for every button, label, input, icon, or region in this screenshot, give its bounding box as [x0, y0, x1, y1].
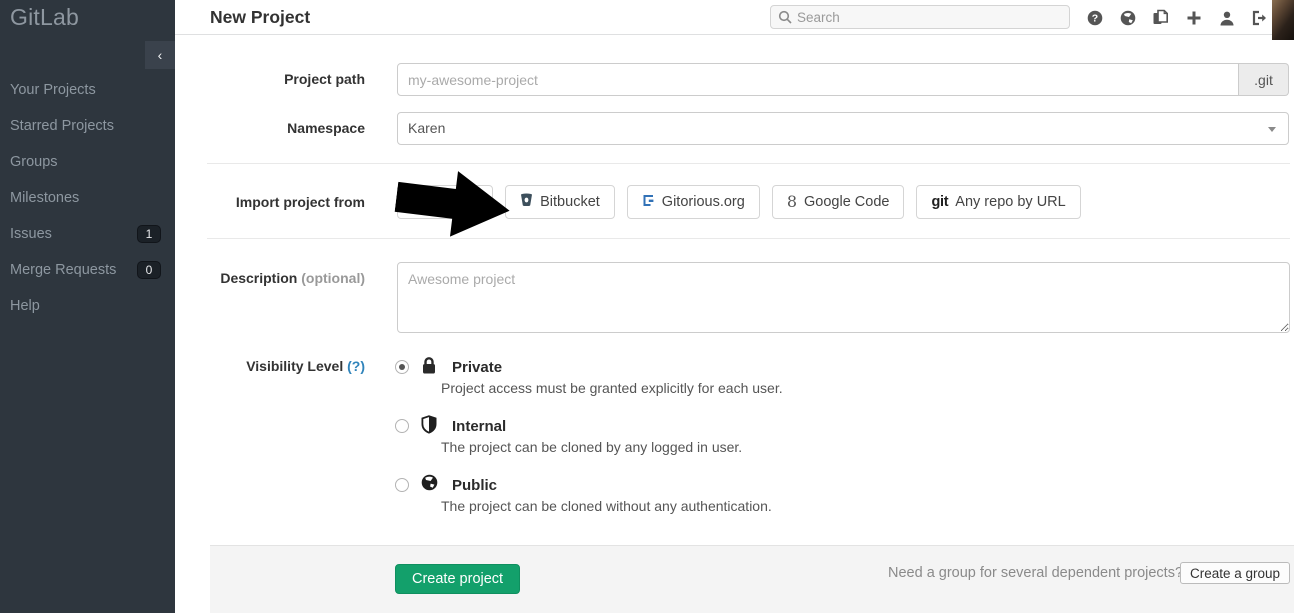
create-project-button[interactable]: Create project: [395, 564, 520, 594]
project-path-group: .git: [397, 63, 1289, 96]
sidebar-item-starred-projects[interactable]: Starred Projects: [0, 108, 175, 144]
import-button-label: Google Code: [804, 194, 889, 210]
gitorious-icon: [642, 194, 655, 211]
visibility-label-text: Visibility Level: [246, 358, 343, 374]
project-path-input[interactable]: [397, 63, 1239, 96]
divider: [207, 238, 1290, 239]
git-icon: git: [931, 194, 948, 210]
lock-icon: [421, 356, 437, 380]
help-icon[interactable]: ?: [1086, 9, 1103, 26]
visibility-internal-radio[interactable]: [395, 419, 409, 433]
sidebar-item-label: Merge Requests: [10, 262, 116, 278]
import-gitorious-button[interactable]: Gitorious.org: [627, 185, 760, 219]
description-optional-text: (optional): [301, 270, 365, 286]
git-suffix-addon: .git: [1239, 63, 1289, 96]
namespace-selected-value: Karen: [408, 120, 445, 136]
sidebar-item-groups[interactable]: Groups: [0, 144, 175, 180]
visibility-internal-name[interactable]: Internal: [452, 418, 506, 435]
chevron-left-icon: ‹: [158, 47, 163, 63]
issues-count-badge: 1: [137, 225, 161, 243]
radio-selected-dot: [399, 364, 405, 370]
visibility-public-description: The project can be cloned without any au…: [441, 498, 772, 514]
sidebar-item-milestones[interactable]: Milestones: [0, 180, 175, 216]
public-globe-icon: [421, 474, 438, 496]
description-textarea[interactable]: [397, 262, 1290, 333]
import-button-label: Gitorious.org: [662, 194, 745, 210]
sidebar-item-label: Issues: [10, 226, 52, 242]
create-group-button[interactable]: Create a group: [1180, 562, 1290, 584]
globe-icon[interactable]: [1119, 9, 1136, 26]
sidebar-item-help[interactable]: Help: [0, 288, 175, 324]
sidebar-nav: Your Projects Starred Projects Groups Mi…: [0, 72, 175, 324]
import-google-code-button[interactable]: 8 Google Code: [772, 185, 905, 219]
namespace-select[interactable]: Karen: [397, 112, 1289, 145]
new-project-icon[interactable]: [1185, 9, 1202, 26]
sidebar-item-label: Milestones: [10, 190, 79, 206]
svg-text:?: ?: [1091, 12, 1097, 24]
sidebar-item-label: Help: [10, 298, 40, 314]
profile-icon[interactable]: [1218, 9, 1235, 26]
visibility-help-link[interactable]: (?): [347, 358, 365, 374]
project-path-label: Project path: [185, 71, 365, 87]
avatar[interactable]: [1272, 0, 1294, 40]
snippets-icon[interactable]: [1152, 9, 1169, 26]
annotation-arrow-icon: [392, 160, 518, 248]
sidebar-item-issues[interactable]: Issues 1: [0, 216, 175, 252]
search-box: [770, 5, 1070, 29]
visibility-public-radio[interactable]: [395, 478, 409, 492]
new-project-page: GitLab ‹ Your Projects Starred Projects …: [0, 0, 1294, 613]
bitbucket-icon: [520, 193, 533, 211]
header-icons: ?: [1086, 9, 1268, 26]
sidebar-item-label: Groups: [10, 154, 58, 170]
merge-requests-count-badge: 0: [137, 261, 161, 279]
google-code-icon: 8: [787, 194, 797, 210]
gitlab-logo[interactable]: GitLab: [10, 4, 79, 31]
import-button-label: Bitbucket: [540, 194, 600, 210]
visibility-label: Visibility Level (?): [185, 358, 365, 374]
visibility-internal-description: The project can be cloned by any logged …: [441, 439, 742, 455]
import-button-label: Any repo by URL: [955, 194, 1065, 210]
description-label: Description (optional): [185, 270, 365, 286]
namespace-label: Namespace: [185, 120, 365, 136]
sidebar-item-label: Your Projects: [10, 82, 96, 98]
sidebar-collapse-button[interactable]: ‹: [145, 41, 175, 69]
import-any-repo-button[interactable]: git Any repo by URL: [916, 185, 1080, 219]
chevron-down-icon: [1268, 127, 1276, 132]
page-title: New Project: [210, 7, 310, 28]
visibility-private-radio[interactable]: [395, 360, 409, 374]
search-input[interactable]: [771, 6, 1069, 28]
visibility-private-description: Project access must be granted explicitl…: [441, 380, 783, 396]
sidebar: GitLab ‹ Your Projects Starred Projects …: [0, 0, 175, 613]
import-label: Import project from: [185, 194, 365, 210]
sidebar-item-merge-requests[interactable]: Merge Requests 0: [0, 252, 175, 288]
visibility-private-name[interactable]: Private: [452, 359, 502, 376]
sidebar-item-label: Starred Projects: [10, 118, 114, 134]
description-label-text: Description: [220, 270, 297, 286]
shield-icon: [421, 415, 437, 439]
group-hint-text: Need a group for several dependent proje…: [888, 565, 1183, 581]
visibility-public-name[interactable]: Public: [452, 477, 497, 494]
sidebar-item-your-projects[interactable]: Your Projects: [0, 72, 175, 108]
logout-icon[interactable]: [1251, 9, 1268, 26]
divider: [207, 163, 1290, 164]
import-bitbucket-button[interactable]: Bitbucket: [505, 185, 615, 219]
